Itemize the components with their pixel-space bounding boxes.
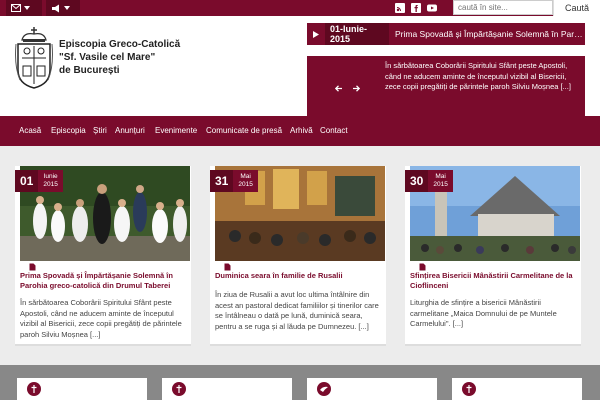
post-excerpt: Liturghia de sfințire a bisericii Mânăst…	[410, 298, 557, 328]
ticker-headline-link[interactable]: Prima Spovadă și Împărtășanie Solemnă în…	[395, 23, 583, 45]
post-date-badge: 31 Mai 2015	[210, 170, 258, 192]
nav-item-arhiva[interactable]: Arhivă	[290, 116, 313, 146]
chevron-down-icon	[24, 6, 30, 10]
post-year: 2015	[433, 181, 448, 188]
footer-widget[interactable]	[307, 378, 437, 400]
ticker-play-button[interactable]	[307, 23, 325, 45]
contact-dropdown[interactable]	[6, 0, 42, 16]
post-year: 2015	[238, 181, 253, 188]
post-day: 01	[15, 170, 39, 192]
footer-widget[interactable]	[17, 378, 147, 400]
main-navigation: Acasă Episcopia Știri Anunțuri Eveniment…	[0, 116, 600, 146]
search-input[interactable]	[453, 0, 553, 15]
play-icon	[313, 30, 319, 38]
envelope-icon	[11, 4, 21, 12]
post-date-badge: 01 Iunie 2015	[15, 170, 63, 192]
slider-prev-button[interactable]	[333, 83, 343, 93]
ticker-date: 01-Iunie-2015	[325, 23, 389, 45]
facebook-icon[interactable]	[411, 3, 421, 13]
post-day: 31	[210, 170, 234, 192]
top-bar: Caută	[0, 0, 600, 16]
post-excerpt: În sărbătoarea Coborârii Spiritului Sfân…	[20, 298, 182, 339]
slider-excerpt[interactable]: În sărbătoarea Coborârii Spiritului Sfân…	[385, 61, 581, 93]
site-name-line3: de București	[59, 65, 120, 76]
nav-item-anunturi[interactable]: Anunțuri	[115, 116, 145, 146]
nav-item-contact[interactable]: Contact	[320, 116, 348, 146]
arrow-left-icon	[334, 84, 342, 92]
nav-item-stiri[interactable]: Știri	[93, 116, 107, 146]
post-date-badge: 30 Mai 2015	[405, 170, 453, 192]
post-month: Iunie	[43, 173, 58, 180]
post-title-link[interactable]: Duminica seara în familie de Rusalii	[215, 271, 385, 281]
news-ticker: 01-Iunie-2015 Prima Spovadă și Împărtășa…	[307, 23, 585, 45]
post-title-link[interactable]: Sfințirea Bisericii Mânăstirii Carmelita…	[410, 271, 580, 291]
rss-icon[interactable]	[395, 3, 405, 13]
footer-widget[interactable]	[162, 378, 292, 400]
site-name-line1: Episcopia Greco-Catolică	[59, 39, 181, 50]
eparchy-coat-of-arms-logo[interactable]	[14, 26, 54, 90]
chevron-down-icon	[64, 6, 70, 10]
cross-icon	[462, 382, 476, 396]
site-header: Episcopia Greco-Catolică "Sf. Vasile cel…	[0, 16, 600, 122]
post-day: 30	[405, 170, 429, 192]
arrow-right-icon	[352, 84, 360, 92]
dove-icon	[317, 382, 331, 396]
nav-item-comunicate[interactable]: Comunicate de presă	[206, 116, 282, 146]
footer-widgets-band	[0, 365, 600, 400]
post-excerpt: În ziua de Rusalii a avut loc ultima înt…	[215, 290, 379, 331]
cross-icon	[172, 382, 186, 396]
nav-item-episcopia[interactable]: Episcopia	[51, 116, 86, 146]
cross-icon	[27, 382, 41, 396]
nav-item-acasa[interactable]: Acasă	[19, 116, 41, 146]
nav-item-evenimente[interactable]: Evenimente	[155, 116, 197, 146]
post-year: 2015	[43, 181, 58, 188]
post-month: Mai	[240, 173, 251, 180]
news-card: 31 Mai 2015 Duminica seara în familie de…	[210, 166, 386, 346]
site-name-line2: "Sf. Vasile cel Mare"	[59, 52, 156, 63]
slider-next-button[interactable]	[351, 83, 361, 93]
news-card: 01 Iunie 2015 Prima Spovadă și Împărtășa…	[15, 166, 191, 346]
announcements-dropdown[interactable]	[46, 0, 80, 16]
youtube-icon[interactable]	[427, 3, 437, 13]
site-name[interactable]: Episcopia Greco-Catolică "Sf. Vasile cel…	[59, 38, 180, 77]
post-month: Mai	[435, 173, 446, 180]
search-button[interactable]: Caută	[553, 0, 600, 16]
megaphone-icon	[52, 4, 59, 12]
news-card: 30 Mai 2015 Sfințirea Bisericii Mânăstir…	[405, 166, 581, 346]
footer-widget[interactable]	[452, 378, 582, 400]
post-title-link[interactable]: Prima Spovadă și Împărtășanie Solemnă în…	[20, 271, 190, 291]
featured-excerpt-slider: În sărbătoarea Coborârii Spiritului Sfân…	[307, 56, 585, 122]
